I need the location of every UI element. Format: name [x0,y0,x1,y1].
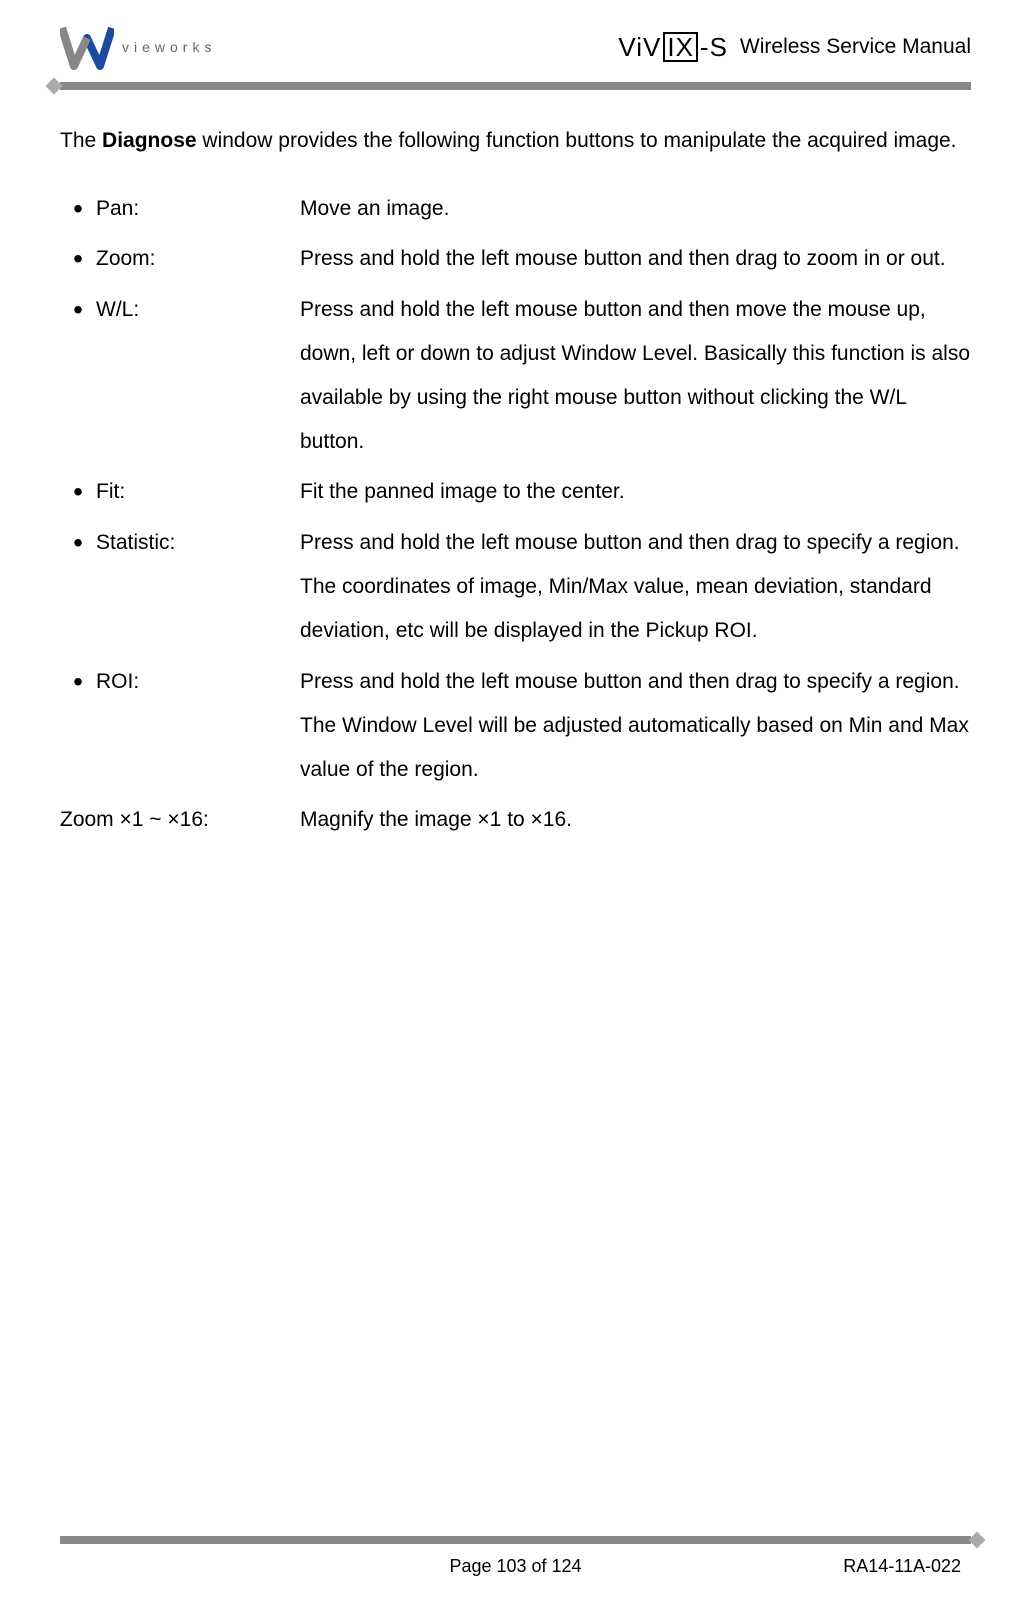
item-label: Zoom ×1 ~ ×16: [60,798,300,842]
page-header: vieworks ViVIX-S Wireless Service Manual [60,20,971,74]
bullet-icon: • [60,470,96,515]
logo-w-icon [60,20,114,74]
footer-divider [60,1536,971,1544]
logo-text: vieworks [122,39,216,55]
item-label: W/L: [96,288,300,332]
header-right: ViVIX-S Wireless Service Manual [618,32,971,63]
list-item: • Pan: Move an image. [60,187,971,232]
bullet-icon: • [60,521,96,566]
intro-paragraph: The Diagnose window provides the followi… [60,125,971,157]
page-number: Page 103 of 124 [449,1556,581,1577]
list-item: • Zoom: Press and hold the left mouse bu… [60,237,971,282]
item-label: ROI: [96,660,300,704]
header-divider [60,82,971,90]
page-footer: Page 103 of 124 RA14-11A-022 [60,1556,971,1577]
bullet-icon: • [60,187,96,232]
item-desc: Magnify the image ×1 to ×16. [300,798,971,842]
item-desc: Press and hold the left mouse button and… [300,288,971,464]
function-list: • Pan: Move an image. • Zoom: Press and … [60,187,971,842]
item-label: Statistic: [96,521,300,565]
item-desc: Move an image. [300,187,971,231]
item-desc: Press and hold the left mouse button and… [300,660,971,792]
item-label: Zoom: [96,237,300,281]
page-content: The Diagnose window provides the followi… [60,125,971,1526]
header-title: Wireless Service Manual [740,35,971,59]
list-item-extra: Zoom ×1 ~ ×16: Magnify the image ×1 to ×… [60,798,971,842]
item-desc: Press and hold the left mouse button and… [300,237,971,281]
item-desc: Press and hold the left mouse button and… [300,521,971,653]
doc-number: RA14-11A-022 [843,1556,961,1577]
bullet-icon: • [60,660,96,705]
list-item: • ROI: Press and hold the left mouse but… [60,660,971,792]
list-item: • Statistic: Press and hold the left mou… [60,521,971,653]
vivix-logo: ViVIX-S [618,32,728,63]
item-label: Pan: [96,187,300,231]
item-label: Fit: [96,470,300,514]
bullet-icon: • [60,288,96,333]
list-item: • Fit: Fit the panned image to the cente… [60,470,971,515]
list-item: • W/L: Press and hold the left mouse but… [60,288,971,464]
item-desc: Fit the panned image to the center. [300,470,971,514]
vieworks-logo: vieworks [60,20,216,74]
bullet-icon: • [60,237,96,282]
